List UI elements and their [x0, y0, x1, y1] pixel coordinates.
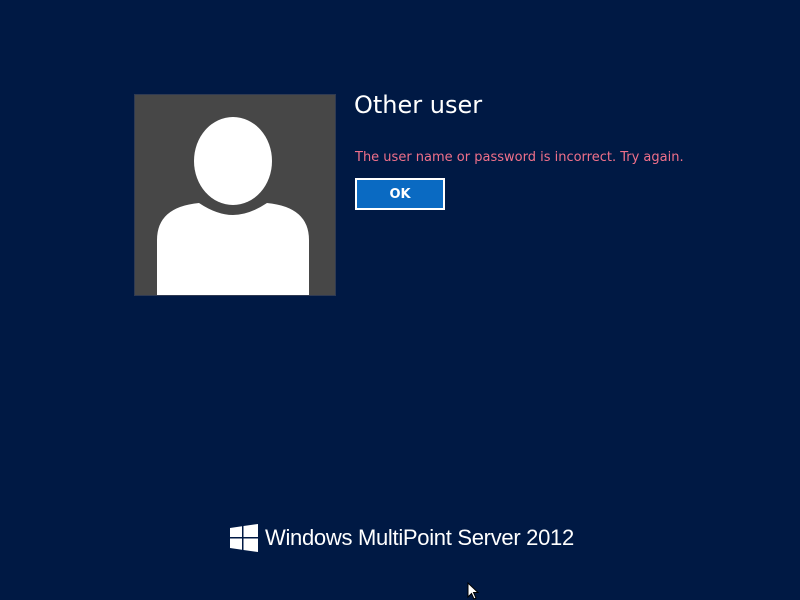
ok-button[interactable]: OK — [355, 178, 445, 210]
product-name: Windows MultiPoint Server 2012 — [265, 525, 574, 550]
login-error-message: The user name or password is incorrect. … — [355, 150, 684, 165]
product-branding: Windows MultiPoint Server 2012 — [230, 523, 574, 553]
user-avatar — [134, 94, 336, 296]
username-label: Other user — [354, 91, 483, 119]
user-silhouette-icon — [157, 117, 309, 295]
lock-screen: Other user The user name or password is … — [0, 0, 800, 600]
windows-logo-icon — [230, 524, 258, 552]
mouse-pointer-icon — [467, 582, 479, 600]
